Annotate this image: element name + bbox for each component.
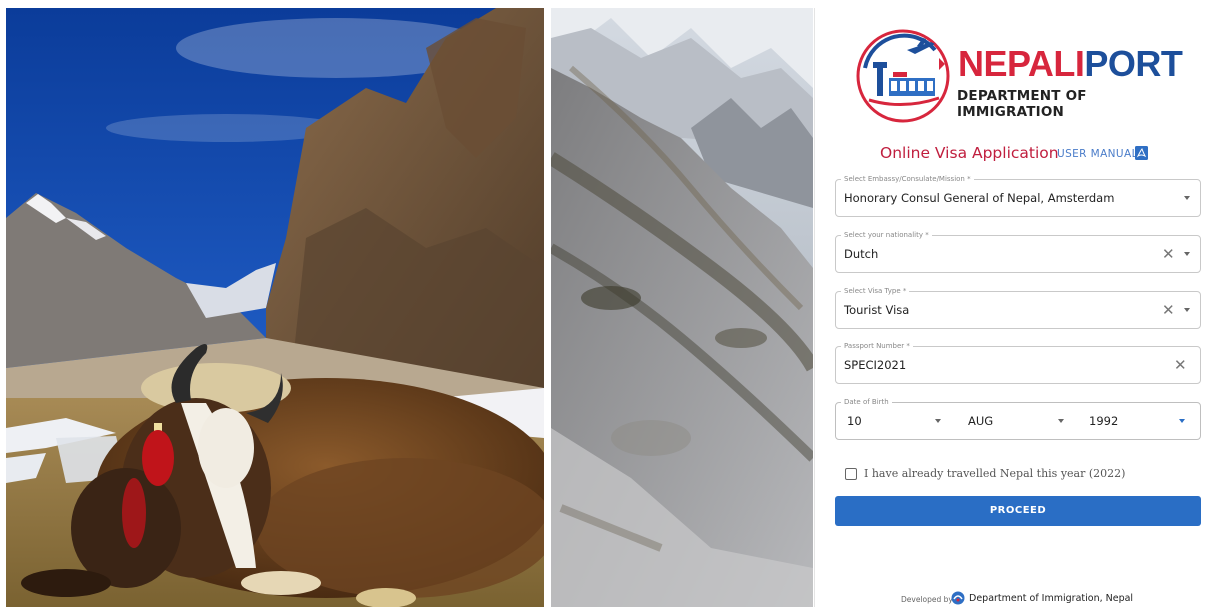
- dob-year-select[interactable]: 1992: [1089, 414, 1118, 428]
- dob-day-select[interactable]: 10: [847, 414, 862, 428]
- passport-label: Passport Number *: [841, 341, 913, 351]
- nepaliport-logo: NEPALIPORT DEPARTMENT OF IMMIGRATION: [855, 28, 1185, 128]
- visa-type-label: Select Visa Type *: [841, 286, 910, 296]
- travelled-checkbox-label[interactable]: I have already travelled Nepal this year…: [864, 467, 1125, 480]
- immigration-emblem-icon: [951, 591, 965, 605]
- mountain-slope-illustration: [551, 8, 813, 607]
- visa-application-panel: NEPALIPORT DEPARTMENT OF IMMIGRATION Onl…: [814, 8, 1212, 607]
- pdf-icon[interactable]: [1135, 146, 1148, 160]
- page-title: Online Visa Application: [880, 144, 1059, 162]
- proceed-button[interactable]: PROCEED: [835, 496, 1201, 526]
- chevron-down-icon[interactable]: [1184, 196, 1190, 200]
- logo-wordmark-red: NEPALI: [958, 43, 1085, 84]
- yak-photo-illustration: [6, 8, 544, 607]
- nationality-value: Dutch: [844, 247, 879, 261]
- heading-row: Online Visa Application USER MANUAL: [880, 144, 1180, 166]
- travelled-checkbox-row[interactable]: I have already travelled Nepal this year…: [845, 467, 1185, 483]
- airport-emblem-icon: [856, 29, 950, 123]
- footer: Developed by Department of Immigration, …: [901, 591, 1201, 607]
- clear-icon[interactable]: ✕: [1162, 301, 1175, 319]
- chevron-down-icon[interactable]: [935, 419, 941, 423]
- logo-wordmark: NEPALIPORT: [958, 43, 1183, 84]
- clear-icon[interactable]: ✕: [1162, 245, 1175, 263]
- nationality-label: Select your nationality *: [841, 230, 932, 240]
- chevron-down-icon[interactable]: [1184, 252, 1190, 256]
- embassy-select[interactable]: Select Embassy/Consulate/Mission * Honor…: [835, 174, 1201, 217]
- passport-number-field[interactable]: Passport Number * SPECI2021 ✕: [835, 341, 1201, 384]
- user-manual-link[interactable]: USER MANUAL: [1057, 148, 1138, 160]
- footer-organization: Department of Immigration, Nepal: [969, 593, 1134, 604]
- clear-icon[interactable]: ✕: [1174, 356, 1187, 374]
- logo-wordmark-blue: PORT: [1084, 43, 1183, 84]
- mountain-slope-photo: [551, 8, 813, 607]
- passport-value[interactable]: SPECI2021: [844, 358, 906, 372]
- dob-label: Date of Birth: [841, 397, 892, 407]
- chevron-down-icon[interactable]: [1184, 308, 1190, 312]
- visa-type-select[interactable]: Select Visa Type * Tourist Visa ✕: [835, 286, 1201, 329]
- travelled-checkbox[interactable]: [845, 468, 857, 480]
- chevron-down-icon[interactable]: [1058, 419, 1064, 423]
- yak-photo: [6, 8, 544, 607]
- logo-subtitle: DEPARTMENT OF IMMIGRATION: [957, 88, 1087, 120]
- embassy-label: Select Embassy/Consulate/Mission *: [841, 174, 974, 184]
- embassy-value: Honorary Consul General of Nepal, Amster…: [844, 191, 1115, 205]
- dob-month-select[interactable]: AUG: [968, 414, 993, 428]
- nationality-select[interactable]: Select your nationality * Dutch ✕: [835, 230, 1201, 273]
- footer-developed-by: Developed by: [901, 595, 953, 604]
- chevron-down-icon[interactable]: [1179, 419, 1185, 423]
- date-of-birth-field: Date of Birth 10 AUG 1992: [835, 397, 1201, 440]
- visa-type-value: Tourist Visa: [844, 303, 910, 317]
